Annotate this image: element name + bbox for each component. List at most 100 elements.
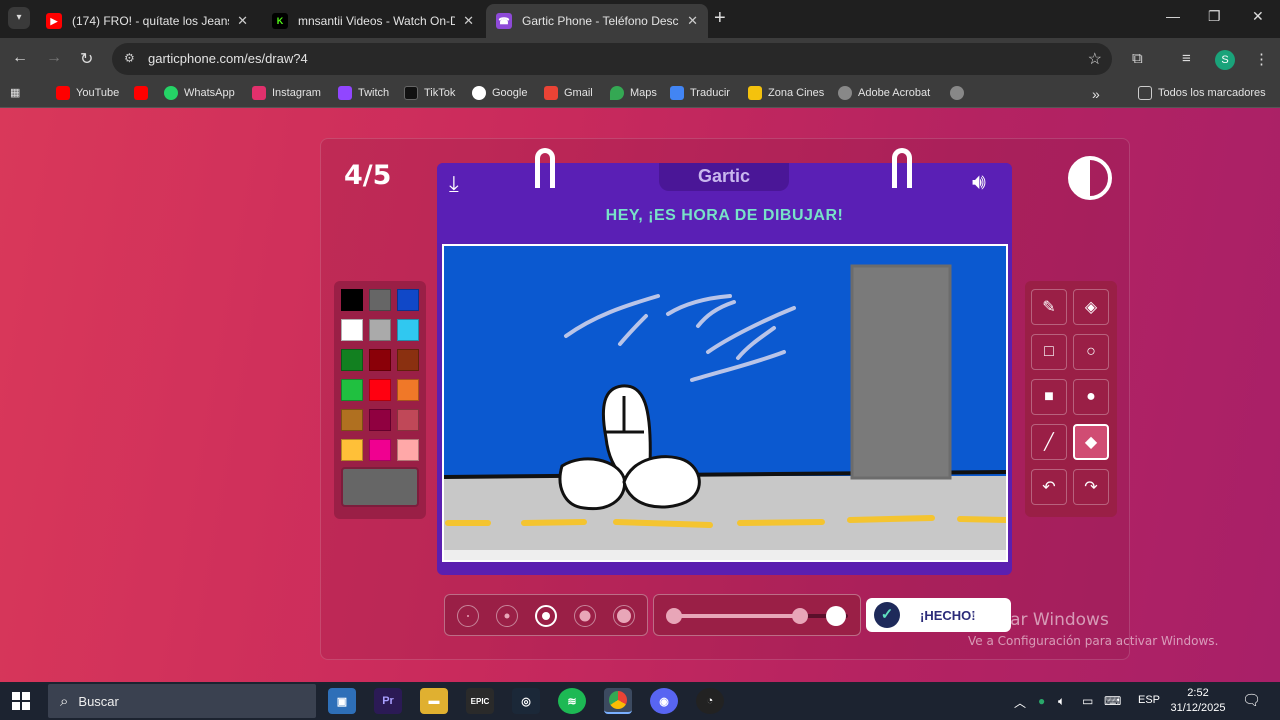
opacity-slider[interactable] (653, 594, 861, 636)
bookmark-whatsapp[interactable]: WhatsApp (164, 86, 235, 100)
language-indicator[interactable]: ESP (1138, 694, 1160, 706)
site-info-icon[interactable]: ⚙ (124, 51, 135, 65)
steam-app-icon[interactable]: ◎ (512, 688, 540, 714)
color-swatch[interactable] (397, 349, 419, 371)
extensions-icon[interactable]: ⧉ (1132, 50, 1143, 67)
chrome-app-icon[interactable] (604, 688, 632, 714)
bookmark-twitch[interactable]: Twitch (338, 86, 389, 100)
tab-kick[interactable]: K mnsantii Videos - Watch On-De ✕ (262, 4, 484, 38)
bookmark-youtube[interactable]: YouTube (56, 86, 119, 100)
color-swatch[interactable] (341, 409, 363, 431)
apps-grid-icon[interactable]: ▦ (10, 86, 20, 99)
redo-tool[interactable]: ↷ (1073, 469, 1109, 505)
fill-bucket-tool[interactable]: ◆ (1073, 424, 1109, 460)
spotify-app-icon[interactable]: ≋ (558, 688, 586, 714)
drawing-canvas[interactable] (442, 244, 1008, 562)
obs-app-icon[interactable]: ◔ (696, 688, 724, 714)
close-tab-icon[interactable]: ✕ (687, 13, 698, 29)
color-swatch[interactable] (369, 349, 391, 371)
volume-icon[interactable]: 🔈︎ (1058, 694, 1065, 709)
reading-list-icon[interactable]: ≡ (1182, 50, 1191, 67)
close-tab-icon[interactable]: ✕ (463, 13, 474, 29)
brush-size-option[interactable] (613, 605, 635, 627)
bookmark-star-icon[interactable]: ☆ (1088, 49, 1102, 69)
undo-tool[interactable]: ↶ (1031, 469, 1067, 505)
color-swatch[interactable] (369, 409, 391, 431)
contrast-toggle-icon[interactable] (1068, 156, 1112, 200)
address-bar[interactable]: ⚙ garticphone.com/es/draw?4 ☆ (112, 43, 1112, 75)
color-swatch[interactable] (341, 319, 363, 341)
google-icon (472, 86, 486, 100)
menu-icon[interactable]: ⋮ (1254, 50, 1269, 68)
ellipse-fill-tool[interactable]: ● (1073, 379, 1109, 415)
color-swatch[interactable] (369, 439, 391, 461)
color-swatch[interactable] (341, 439, 363, 461)
notebook-ring (892, 148, 912, 188)
slider-thumb[interactable] (791, 608, 808, 624)
url-text[interactable]: garticphone.com/es/draw?4 (148, 51, 308, 66)
discord-app-icon[interactable]: ◉ (650, 688, 678, 714)
network-icon[interactable]: ▭ (1082, 694, 1093, 708)
close-tab-icon[interactable]: ✕ (237, 13, 248, 29)
tab-youtube[interactable]: ▶ (174) FRO! - quítate los Jeans (V ✕ (36, 4, 258, 38)
windows-activation-watermark: Activar Windows Ve a Configuración para … (968, 610, 1219, 648)
tray-app-icon[interactable]: ● (1038, 694, 1045, 708)
new-tab-button[interactable]: + (714, 8, 726, 28)
tray-overflow-icon[interactable]: ︿ (1014, 694, 1026, 711)
pencil-tool[interactable]: ✎ (1031, 289, 1067, 325)
rectangle-outline-tool[interactable]: □ (1031, 334, 1067, 370)
bookmark-gmail[interactable]: Gmail (544, 86, 593, 100)
more-bookmarks-icon[interactable]: » (1092, 86, 1100, 102)
eraser-tool[interactable]: ◈ (1073, 289, 1109, 325)
sound-icon[interactable]: 🔊︎ (972, 169, 986, 195)
folder-app-icon[interactable]: ▬ (420, 688, 448, 714)
color-swatch[interactable] (397, 319, 419, 341)
windows-start-icon[interactable] (12, 692, 30, 710)
forward-icon[interactable]: → (46, 49, 62, 67)
color-swatch[interactable] (397, 409, 419, 431)
color-swatch[interactable] (341, 379, 363, 401)
notifications-icon[interactable]: 🗨︎ (1242, 691, 1261, 709)
bookmark-adobe-acrobat[interactable]: Adobe Acrobat (838, 86, 930, 100)
keyboard-icon[interactable]: ⌨ (1104, 694, 1121, 708)
ellipse-outline-tool[interactable]: ○ (1073, 334, 1109, 370)
bookmark-youtube-2[interactable] (134, 86, 154, 100)
color-swatch[interactable] (369, 289, 391, 311)
minimize-icon[interactable]: — (1166, 8, 1180, 24)
profile-avatar[interactable]: S (1215, 50, 1235, 70)
download-icon[interactable]: ⤓ (449, 171, 459, 197)
restore-icon[interactable]: ❐ (1208, 8, 1221, 25)
bookmark-zona-cines[interactable]: Zona Cines (748, 86, 824, 100)
color-swatch[interactable] (397, 289, 419, 311)
system-clock[interactable]: 2:52 31/12/2025 (1168, 686, 1228, 716)
color-swatch[interactable] (341, 289, 363, 311)
premiere-app-icon[interactable]: Pr (374, 688, 402, 714)
rectangle-fill-tool[interactable]: ■ (1031, 379, 1067, 415)
line-tool[interactable]: ╱ (1031, 424, 1067, 460)
brush-size-option[interactable] (535, 605, 557, 627)
taskbar-search[interactable]: ⌕ Buscar (48, 684, 316, 718)
bookmark-traducir[interactable]: Traducir (670, 86, 730, 100)
brush-size-option[interactable] (574, 605, 596, 627)
bookmark-google[interactable]: Google (472, 86, 527, 100)
color-swatch[interactable] (369, 379, 391, 401)
bookmark-instagram[interactable]: Instagram (252, 86, 321, 100)
color-swatch[interactable] (341, 349, 363, 371)
epic-games-app-icon[interactable]: EPIC (466, 688, 494, 714)
tab-search-button[interactable]: ▾ (8, 7, 30, 29)
brush-size-option[interactable] (496, 605, 518, 627)
bookmark-tiktok[interactable]: TikTok (404, 86, 455, 100)
bookmark-globe[interactable] (950, 86, 970, 100)
bookmark-maps[interactable]: Maps (610, 86, 657, 100)
reload-icon[interactable]: ↻ (80, 49, 93, 69)
color-swatch[interactable] (369, 319, 391, 341)
all-bookmarks-folder[interactable]: Todos los marcadores (1138, 86, 1266, 100)
tab-gartic[interactable]: ☎ Gartic Phone - Teléfono Descon ✕ (486, 4, 708, 38)
back-icon[interactable]: ← (12, 49, 28, 67)
close-window-icon[interactable]: ✕ (1252, 8, 1264, 25)
explorer-app-icon[interactable]: ▣ (328, 688, 356, 714)
brush-size-option[interactable] (457, 605, 479, 627)
color-swatch[interactable] (397, 439, 419, 461)
bookmarks-bar: ▦ YouTube WhatsApp Instagram Twitch TikT… (0, 80, 1280, 108)
color-swatch[interactable] (397, 379, 419, 401)
